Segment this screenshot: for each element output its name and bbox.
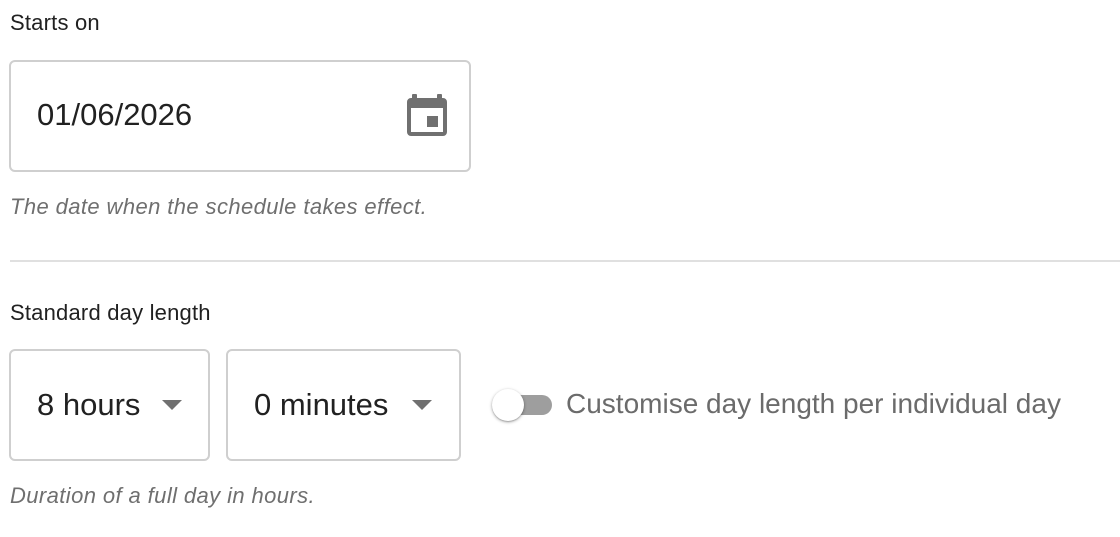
start-date-helper: The date when the schedule takes effect.	[10, 194, 428, 219]
minutes-select-value[interactable]: 0 minutes	[254, 387, 388, 423]
hours-select-value[interactable]: 8 hours	[37, 387, 140, 423]
calendar-icon[interactable]	[407, 94, 447, 136]
start-date-value[interactable]: 01/06/2026	[37, 97, 192, 133]
section-divider	[10, 260, 1120, 262]
day-length-label: Standard day length	[10, 300, 211, 325]
customise-toggle-label[interactable]: Customise day length per individual day	[566, 388, 1061, 420]
minutes-chevron-down-icon[interactable]	[412, 400, 432, 410]
hours-chevron-down-icon[interactable]	[162, 400, 182, 410]
customise-toggle-thumb[interactable]	[492, 389, 524, 421]
starts-on-label: Starts on	[10, 10, 100, 35]
schedule-form: Starts on 01/06/2026 The date when the s…	[0, 0, 1120, 537]
day-length-helper: Duration of a full day in hours.	[10, 483, 316, 508]
